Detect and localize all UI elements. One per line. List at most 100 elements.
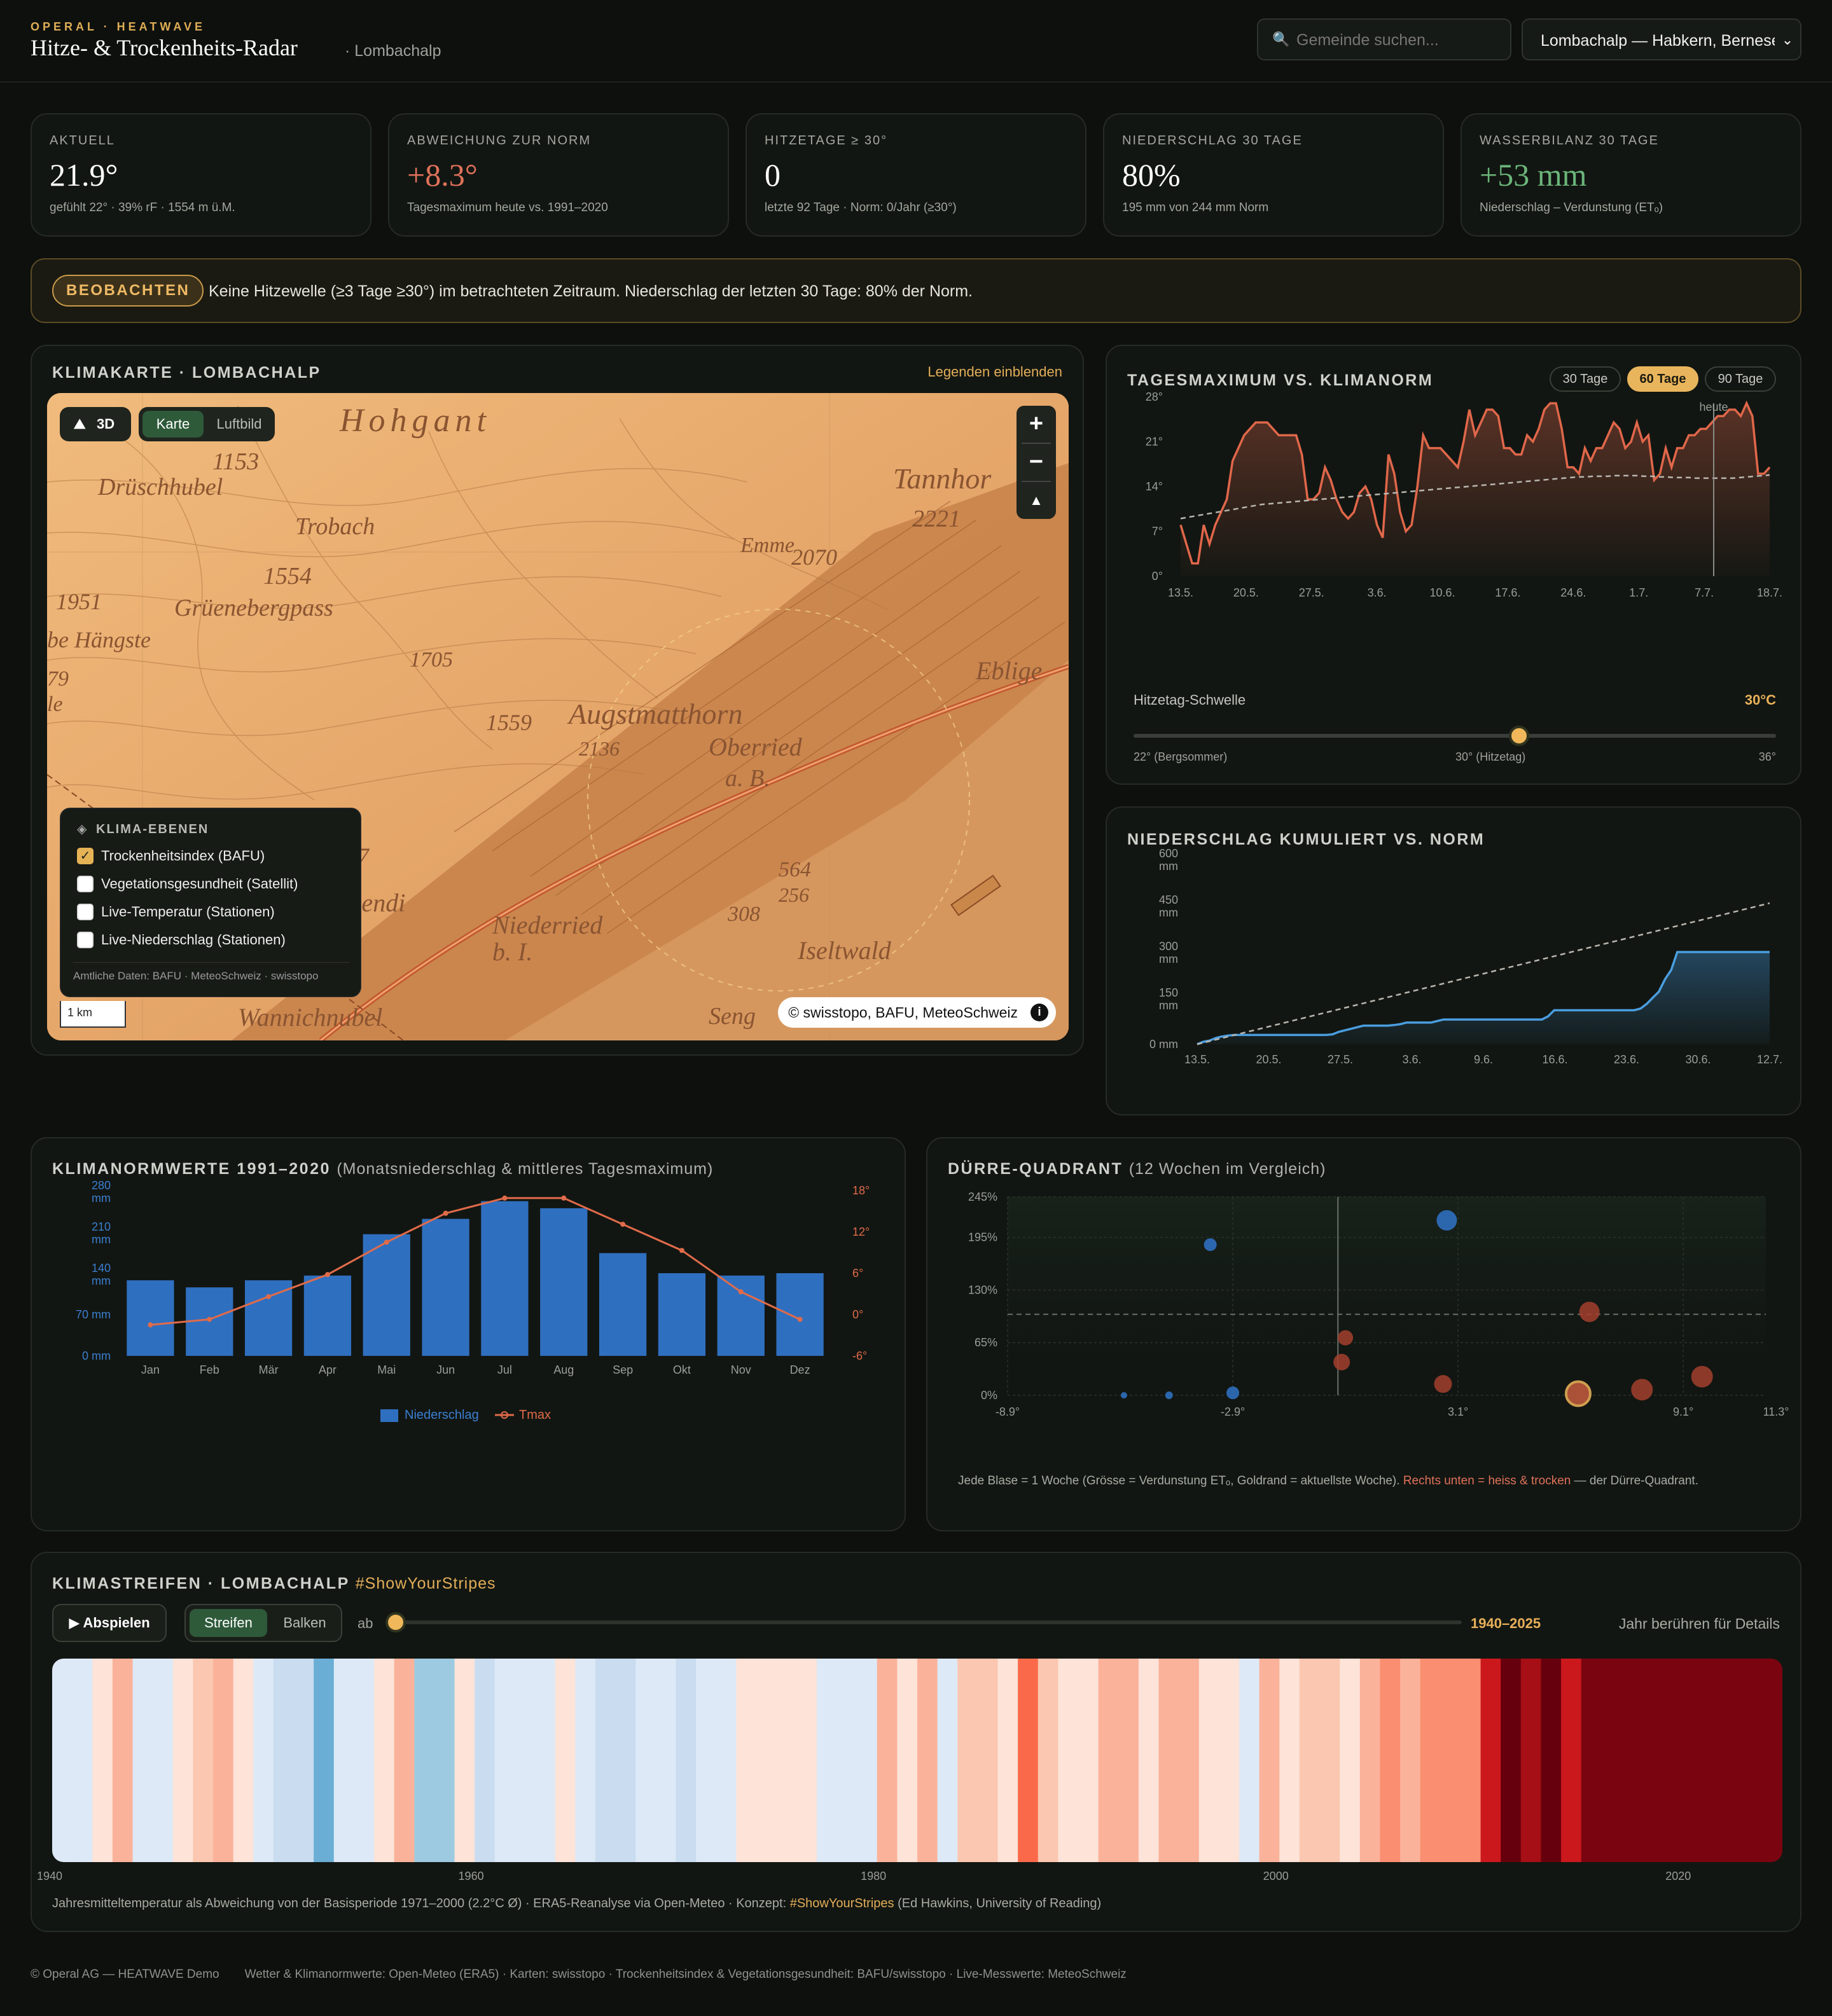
- tmax-chart: 28° 21° 14° 7° 0° 13.5. 20.5. 27.5. 3.6. 10.6. 17.…: [1146, 390, 1782, 599]
- year-stripe: [977, 1659, 999, 1862]
- legend-toggle-link[interactable]: Legenden einblenden: [927, 364, 1062, 380]
- year-stripe: [696, 1659, 717, 1862]
- tmax-point: [561, 1195, 567, 1201]
- place-label: 2136: [579, 737, 620, 760]
- footer-sources: Wetter & Klimanormwerte: Open-Meteo (ERA…: [244, 1968, 1127, 1981]
- year-slider-track[interactable]: [385, 1612, 1462, 1633]
- year-stripe: [1420, 1659, 1441, 1862]
- precip-bar: [363, 1234, 410, 1356]
- mode-stripes-button[interactable]: Streifen: [190, 1609, 267, 1637]
- year-stripe: [555, 1659, 576, 1862]
- info-icon[interactable]: i: [1030, 1004, 1048, 1021]
- threshold-slider-track[interactable]: [1134, 726, 1776, 746]
- zoom-controls: + − ▲: [1017, 406, 1056, 519]
- place-label: le: [47, 693, 63, 716]
- year-stripe: [1118, 1659, 1139, 1862]
- year-slider-handle[interactable]: [385, 1612, 406, 1633]
- y-tick-number: 140: [92, 1262, 111, 1274]
- layer-checkbox[interactable]: [77, 932, 94, 948]
- place-label: 2221: [912, 506, 961, 532]
- layer-checkbox[interactable]: [77, 904, 94, 920]
- y-tick-number: 600: [1159, 847, 1178, 860]
- x-tick-label: 7.7.: [1695, 586, 1714, 599]
- year-stripe: [1501, 1659, 1522, 1862]
- place-label: Grüenebergpass: [174, 595, 333, 621]
- year-stripe: [434, 1659, 455, 1862]
- caption-hashtag: #ShowYourStripes: [789, 1896, 894, 1910]
- year-stripe: [72, 1659, 93, 1862]
- drought-title: DÜRRE-QUADRANT: [948, 1160, 1123, 1178]
- kpi-note: Niederschlag – Verdunstung (ETₒ): [1480, 201, 1663, 214]
- 3d-button[interactable]: ⛰ 3D: [60, 407, 131, 441]
- x-tick-label: 23.6.: [1614, 1053, 1639, 1066]
- year-stripe: [1018, 1659, 1039, 1862]
- mode-map-button[interactable]: Karte: [142, 411, 204, 438]
- place-label: 79: [47, 667, 69, 691]
- month-label: Jun: [436, 1364, 455, 1376]
- compass-icon[interactable]: ▲: [1017, 482, 1056, 519]
- kpi-label: WASSERBILANZ 30 TAGE: [1480, 134, 1659, 148]
- y-tick-number: 150: [1159, 986, 1178, 999]
- search-input[interactable]: [1296, 29, 1500, 52]
- y-tick-label: 600 mm: [1159, 847, 1178, 873]
- tmax-point: [620, 1222, 626, 1227]
- search-box[interactable]: 🔍: [1257, 18, 1511, 60]
- y2-tick-label: 18°: [852, 1184, 870, 1197]
- layer-checkbox[interactable]: ✓: [77, 848, 94, 864]
- x-tick-label: 3.6.: [1368, 586, 1387, 599]
- eyebrow: OPERAL · HEATWAVE: [31, 20, 206, 33]
- location-subtitle: · Lombachalp: [345, 42, 441, 60]
- year-stripe: [193, 1659, 214, 1862]
- year-stripe: [997, 1659, 1018, 1862]
- week-bubble: [1338, 1330, 1354, 1346]
- legend-tmax-swatch: [495, 1411, 514, 1419]
- x-tick-label: 13.5.: [1184, 1053, 1210, 1066]
- layer-label: Trockenheitsindex (BAFU): [101, 848, 265, 864]
- zoom-in-button[interactable]: +: [1017, 406, 1056, 443]
- climate-subtitle: (Monatsniederschlag & mittleres Tagesmax…: [337, 1160, 714, 1178]
- map-canvas[interactable]: Hohgant 1153 Drüschhubel Trobach 1554 1951 Grü…: [47, 393, 1069, 1040]
- stripes-group: [52, 1659, 1782, 1862]
- x-tick-label: 10.6.: [1430, 586, 1455, 599]
- x-tick-label: 3.1°: [1448, 1405, 1468, 1418]
- threshold-slider-handle[interactable]: [1509, 726, 1529, 746]
- tmax-point: [738, 1289, 744, 1295]
- y-tick-label: 65%: [975, 1336, 997, 1349]
- x-tick-label: 9.6.: [1474, 1053, 1493, 1066]
- caption-part-a: Jahresmitteltemperatur als Abweichung vo…: [52, 1896, 790, 1910]
- y-tick-unit: mm: [1159, 953, 1178, 965]
- year-stripe: [615, 1659, 636, 1862]
- kpi-value: 21.9°: [50, 157, 118, 193]
- zoom-out-button[interactable]: −: [1017, 444, 1056, 481]
- layer-checkbox[interactable]: [77, 876, 94, 892]
- year-stripe: [655, 1659, 677, 1862]
- month-label: Nov: [731, 1364, 751, 1376]
- month-label: Apr: [319, 1364, 337, 1376]
- kpi-value: 80%: [1122, 157, 1181, 193]
- layer-label: Live-Niederschlag (Stationen): [101, 932, 286, 948]
- kpi-note: 195 mm von 244 mm Norm: [1122, 201, 1269, 214]
- mode-bars-button[interactable]: Balken: [271, 1609, 338, 1637]
- mode-aerial-button[interactable]: Luftbild: [207, 411, 271, 438]
- x-tick-label: 27.5.: [1299, 586, 1324, 599]
- y-tick-number: 210: [92, 1220, 111, 1233]
- x-tick-label: 16.6.: [1542, 1053, 1567, 1066]
- kpi-card: HITZETAGE ≥ 30° 0 letzte 92 Tage · Norm: 0…: [746, 113, 1086, 237]
- threshold-label: Hitzetag-Schwelle: [1134, 692, 1246, 708]
- year-stripe: [213, 1659, 234, 1862]
- x-tick-label: 27.5.: [1328, 1053, 1353, 1066]
- play-button[interactable]: ▶ Abspielen: [52, 1604, 167, 1642]
- precip-bar: [127, 1280, 174, 1356]
- layer-label: Live-Temperatur (Stationen): [101, 904, 275, 920]
- layers-title: KLIMA-EBENEN: [96, 822, 209, 836]
- location-select[interactable]: Lombachalp — Habkern, Bernese ⌄: [1522, 18, 1801, 60]
- kpi-note: letzte 92 Tage · Norm: 0/Jahr (≥30°): [765, 201, 957, 214]
- layer-label: Vegetationsgesundheit (Satellit): [101, 876, 298, 892]
- precip-chart: 600 mm450 mm300 mm150 mm0 mm13.5. 20.5. 27.5. 3…: [1149, 847, 1782, 1066]
- year-stripe: [857, 1659, 878, 1862]
- year-tick-label: 1940: [37, 1870, 62, 1882]
- year-stripe: [394, 1659, 415, 1862]
- y-tick-label: 280 mm: [92, 1179, 111, 1205]
- place-label: 1554: [263, 563, 312, 590]
- precip-bar: [303, 1275, 352, 1356]
